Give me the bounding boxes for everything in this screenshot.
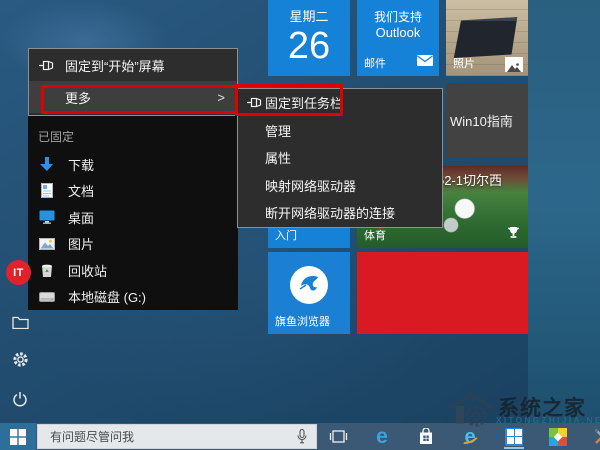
mail-line1: 我们支持 [373, 10, 422, 24]
start-button[interactable] [0, 423, 36, 450]
colorful-app-icon[interactable] [546, 425, 570, 449]
disk-icon [38, 288, 55, 305]
tile-mail[interactable]: 我们支持 Outlook 邮件 [357, 0, 439, 76]
recycle-bin-icon [38, 262, 55, 279]
win10-guide-label: Win10指南 [450, 114, 513, 129]
tile-red[interactable] [357, 252, 528, 334]
download-icon [38, 156, 55, 173]
mail-envelope-icon [417, 53, 433, 71]
context-menu-item-more[interactable]: 更多 > [29, 81, 237, 113]
pin-icon [247, 97, 265, 108]
jumplist-item-desktop[interactable]: 桌面 [28, 204, 238, 231]
chevron-right-icon: > [217, 89, 225, 105]
submenu-item-properties[interactable]: 属性 [238, 144, 442, 172]
browser-label: 旗鱼浏览器 [275, 316, 330, 328]
jumplist-item-label: 下载 [68, 157, 95, 173]
tile-win10-guide[interactable]: Win10指南 [446, 83, 528, 158]
jumplist-item-label: 桌面 [68, 210, 95, 226]
tile-calendar[interactable]: 星期二 26 [268, 0, 350, 76]
submenu-item-label: 断开网络驱动器的连接 [265, 206, 396, 222]
power-icon[interactable] [10, 389, 30, 409]
active-app-indicator [504, 446, 524, 449]
jumplist-item-label: 回收站 [68, 263, 108, 279]
edge-icon[interactable]: e [370, 425, 394, 449]
calendar-day: 26 [287, 25, 331, 67]
photos-label: 照片 [453, 58, 475, 70]
search-input[interactable] [38, 429, 297, 444]
windows-logo-icon [10, 428, 26, 445]
documents-icon[interactable] [10, 312, 30, 332]
submenu-item-pin-to-taskbar[interactable]: 固定到任务栏 [238, 89, 442, 117]
calendar-weekday: 星期二 [289, 9, 329, 24]
submenu-item-label: 映射网络驱动器 [265, 178, 357, 194]
desktop-icon [38, 209, 55, 226]
submenu-item-label: 管理 [265, 123, 292, 139]
context-menu-item-label: 更多 [65, 90, 92, 106]
get-started-label: 入门 [275, 230, 297, 242]
windows10-desktop: 星期二 26 我们支持 Outlook 邮件 照片 Win10指南 入门 52-… [0, 0, 600, 450]
mail-line2: Outlook [375, 25, 421, 40]
tile-photos[interactable]: 照片 [446, 0, 528, 76]
task-view-icon[interactable] [326, 425, 350, 449]
internet-explorer-icon[interactable]: e [458, 425, 482, 449]
settings-gear-icon[interactable] [10, 349, 30, 369]
jumplist-item-recycle-bin[interactable]: 回收站 [28, 257, 238, 284]
submenu-item-label: 固定到任务栏 [265, 96, 344, 112]
jumplist-item-label: 图片 [68, 237, 95, 253]
tile-sailfish-browser[interactable]: 旗鱼浏览器 [268, 252, 350, 334]
store-icon[interactable] [414, 425, 438, 449]
jumplist-item-downloads[interactable]: 下载 [28, 151, 238, 178]
pictures-icon [38, 235, 55, 252]
blue-grid-app-icon[interactable] [502, 425, 526, 449]
start-menu: 星期二 26 我们支持 Outlook 邮件 照片 Win10指南 入门 52-… [0, 0, 528, 423]
submenu-item-disconnect-network-drive[interactable]: 断开网络驱动器的连接 [238, 199, 442, 227]
context-submenu: 固定到任务栏 管理 属性 映射网络驱动器 断开网络驱动器的连接 [237, 88, 443, 228]
mail-label: 邮件 [364, 58, 386, 70]
microphone-icon[interactable] [297, 429, 316, 444]
submenu-item-map-network-drive[interactable]: 映射网络驱动器 [238, 172, 442, 200]
swordfish-icon [290, 266, 328, 304]
taskbar: e e [0, 423, 600, 450]
tools-app-icon[interactable] [590, 425, 600, 449]
context-menu: 固定到“开始”屏幕 更多 > [28, 48, 238, 116]
jumplist-item-pictures[interactable]: 图片 [28, 231, 238, 258]
jumplist-item-label: 文档 [68, 184, 95, 200]
context-menu-item-pin-to-start[interactable]: 固定到“开始”屏幕 [29, 49, 237, 81]
photos-icon [505, 57, 523, 72]
submenu-item-manage[interactable]: 管理 [238, 117, 442, 145]
sports-headline: 52-1切尔西 [437, 173, 503, 188]
submenu-item-label: 属性 [265, 151, 292, 167]
sports-label: 体育 [364, 230, 386, 242]
jumplist-item-label: 本地磁盘 (G:) [68, 290, 146, 306]
trophy-icon [507, 226, 520, 244]
pin-icon [39, 60, 57, 71]
jumplist-item-documents[interactable]: 文档 [28, 178, 238, 205]
ithome-logo-badge: IT [6, 260, 31, 285]
photos-live-image [453, 17, 518, 58]
search-box[interactable] [37, 424, 317, 449]
document-icon [38, 182, 55, 199]
jumplist-item-local-disk-g[interactable]: 本地磁盘 (G:) [28, 284, 238, 311]
context-menu-item-label: 固定到“开始”屏幕 [65, 58, 165, 74]
